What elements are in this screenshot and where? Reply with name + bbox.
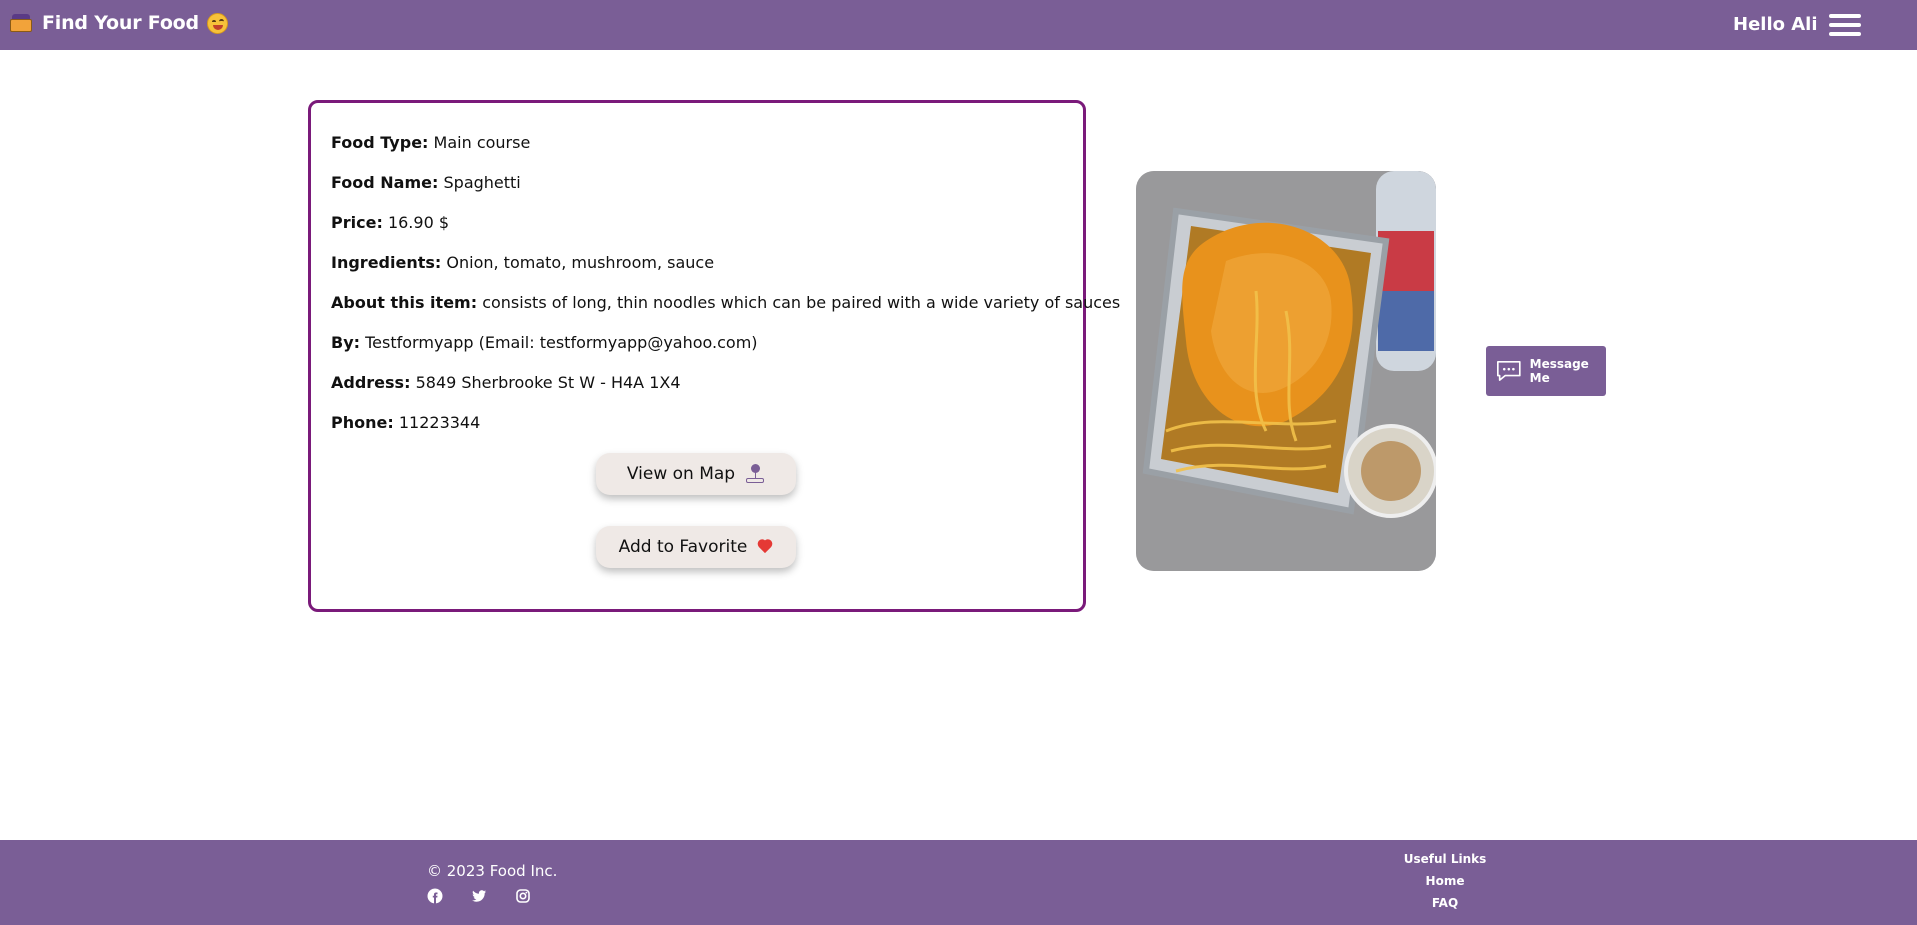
add-to-favorite-label: Add to Favorite bbox=[618, 537, 748, 557]
food-info: Food Type: Main course Food Name: Spaghe… bbox=[331, 133, 1120, 453]
price-value: 16.90 $ bbox=[387, 213, 450, 232]
hamburger-menu-icon[interactable] bbox=[1829, 14, 1861, 38]
social-links bbox=[427, 888, 559, 904]
brand-title: Find Your Food bbox=[42, 12, 199, 34]
food-type-value: Main course bbox=[433, 133, 531, 152]
food-name-label: Food Name: bbox=[331, 173, 439, 192]
useful-links: Useful Links Home FAQ bbox=[1385, 852, 1505, 918]
message-me-button[interactable]: Message Me bbox=[1486, 346, 1606, 396]
food-photo bbox=[1136, 171, 1436, 571]
phone-value: 11223344 bbox=[398, 413, 481, 432]
chat-bubble-icon bbox=[1497, 361, 1521, 381]
view-on-map-label: View on Map bbox=[626, 464, 736, 484]
ingredients-value: Onion, tomato, mushroom, sauce bbox=[446, 253, 715, 272]
price-row: Price: 16.90 $ bbox=[331, 213, 1120, 233]
ingredients-label: Ingredients: bbox=[331, 253, 442, 272]
map-pin-icon bbox=[745, 464, 765, 484]
food-type-row: Food Type: Main course bbox=[331, 133, 1120, 153]
twitter-icon[interactable] bbox=[471, 888, 487, 904]
view-on-map-button[interactable]: View on Map bbox=[596, 453, 796, 495]
useful-links-title: Useful Links bbox=[1403, 852, 1487, 866]
about-label: About this item: bbox=[331, 293, 478, 312]
address-label: Address: bbox=[331, 373, 411, 392]
lunchbox-icon bbox=[10, 12, 32, 34]
food-name-row: Food Name: Spaghetti bbox=[331, 173, 1120, 193]
about-row: About this item: consists of long, thin … bbox=[331, 293, 1120, 313]
food-type-label: Food Type: bbox=[331, 133, 429, 152]
phone-label: Phone: bbox=[331, 413, 394, 432]
price-label: Price: bbox=[331, 213, 383, 232]
by-label: By: bbox=[331, 333, 361, 352]
ingredients-row: Ingredients: Onion, tomato, mushroom, sa… bbox=[331, 253, 1120, 273]
add-to-favorite-button[interactable]: Add to Favorite bbox=[596, 526, 796, 568]
about-value: consists of long, thin noodles which can… bbox=[482, 293, 1121, 312]
address-value: 5849 Sherbrooke St W - H4A 1X4 bbox=[415, 373, 681, 392]
food-details-card: Food Type: Main course Food Name: Spaghe… bbox=[308, 100, 1120, 612]
yum-face-emoji-icon bbox=[206, 12, 228, 34]
facebook-icon[interactable] bbox=[427, 888, 443, 904]
top-navbar: Find Your Food Hello Ali bbox=[0, 0, 1917, 50]
brand[interactable]: Find Your Food bbox=[10, 12, 228, 34]
heart-icon bbox=[757, 540, 773, 554]
food-name-value: Spaghetti bbox=[443, 173, 521, 192]
footer-link-faq[interactable]: FAQ bbox=[1385, 896, 1505, 910]
by-row: By: Testformyapp (Email: testformyapp@ya… bbox=[331, 333, 1120, 353]
user-greeting: Hello Ali bbox=[1733, 14, 1818, 35]
phone-row: Phone: 11223344 bbox=[331, 413, 1120, 433]
footer-link-home[interactable]: Home bbox=[1385, 874, 1505, 888]
instagram-icon[interactable] bbox=[515, 888, 531, 904]
copyright-text: © 2023 Food Inc. bbox=[427, 862, 558, 880]
by-value: Testformyapp (Email: testformyapp@yahoo.… bbox=[365, 333, 758, 352]
address-row: Address: 5849 Sherbrooke St W - H4A 1X4 bbox=[331, 373, 1120, 393]
footer: © 2023 Food Inc. Useful Links Home FAQ bbox=[0, 840, 1917, 925]
message-me-label: Message Me bbox=[1529, 357, 1589, 385]
